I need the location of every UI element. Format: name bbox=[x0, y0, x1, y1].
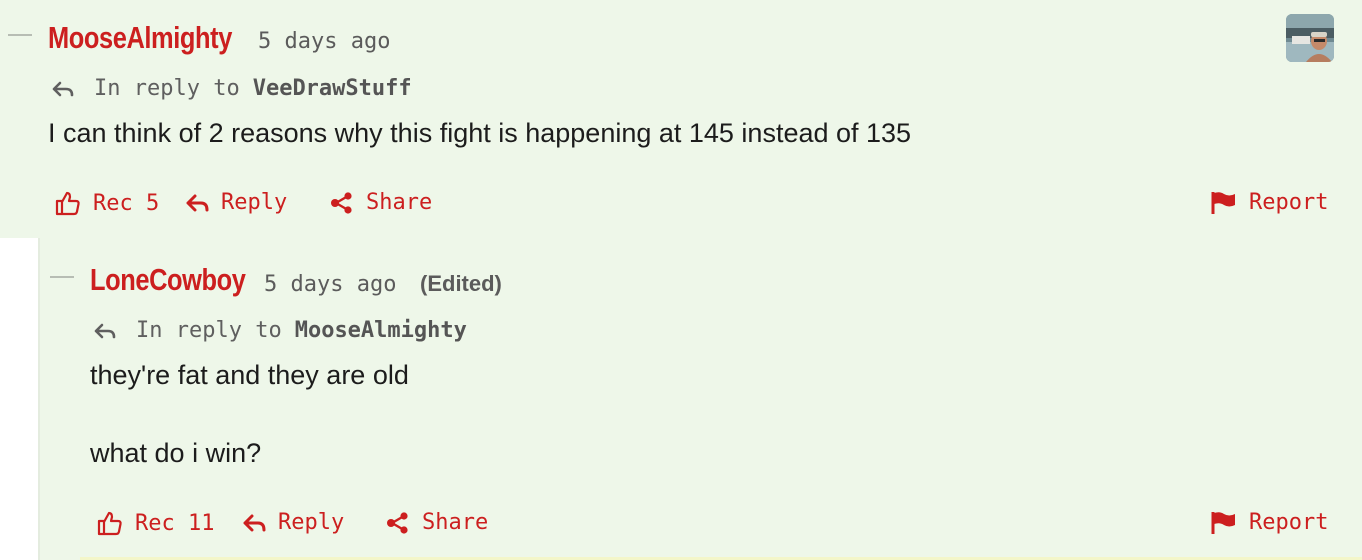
rec-label: Rec bbox=[93, 190, 133, 216]
rec-count: 5 bbox=[146, 190, 160, 216]
comment-body: I can think of 2 reasons why this fight … bbox=[48, 118, 912, 148]
avatar[interactable] bbox=[1286, 14, 1334, 62]
edited-badge: (Edited) bbox=[420, 271, 502, 296]
reply-button[interactable]: Reply bbox=[243, 510, 344, 535]
flag-icon bbox=[1211, 191, 1235, 214]
share-button[interactable]: Share bbox=[330, 190, 432, 215]
in-reply-prefix: In reply to bbox=[136, 318, 282, 343]
comment-timestamp[interactable]: 5 days ago bbox=[258, 29, 390, 54]
in-reply-prefix: In reply to bbox=[94, 76, 240, 101]
share-label: Share bbox=[366, 190, 433, 215]
in-reply-target[interactable]: MooseAlmighty bbox=[295, 318, 467, 343]
in-reply-to: In reply to MooseAlmighty bbox=[94, 318, 467, 343]
rec-label: Rec bbox=[135, 510, 175, 536]
reply-arrow-icon bbox=[243, 514, 266, 531]
report-label: Report bbox=[1249, 190, 1329, 215]
rec-button[interactable]: Rec 11 bbox=[97, 510, 215, 536]
thumbs-up-icon bbox=[97, 511, 122, 536]
reply-button[interactable]: Reply bbox=[186, 190, 287, 215]
collapse-toggle[interactable] bbox=[8, 34, 32, 36]
reply-label: Reply bbox=[278, 510, 345, 535]
comment-body-line: they're fat and they are old bbox=[90, 360, 409, 390]
comment-moosealmighty: MooseAlmighty 5 days ago In reply to Vee… bbox=[0, 0, 1362, 238]
report-button[interactable]: Report bbox=[1211, 510, 1328, 535]
rec-count: 11 bbox=[188, 510, 215, 536]
share-label: Share bbox=[422, 510, 489, 535]
rec-button[interactable]: Rec 5 bbox=[55, 190, 159, 216]
share-icon bbox=[331, 191, 352, 214]
flag-icon bbox=[1211, 511, 1235, 534]
reply-arrow-icon bbox=[52, 81, 74, 96]
thumbs-up-icon bbox=[55, 191, 80, 216]
comment-username[interactable]: LoneCowboy bbox=[90, 262, 246, 298]
comment-body-line: what do i win? bbox=[90, 438, 262, 468]
reply-label: Reply bbox=[221, 190, 288, 215]
share-icon bbox=[387, 511, 408, 534]
comment-lonecowboy: LoneCowboy 5 days ago (Edited) In reply … bbox=[38, 238, 1362, 560]
report-label: Report bbox=[1249, 510, 1329, 535]
report-button[interactable]: Report bbox=[1211, 190, 1328, 215]
comment-thread: MooseAlmighty 5 days ago In reply to Vee… bbox=[0, 0, 1362, 560]
in-reply-to: In reply to VeeDrawStuff bbox=[52, 76, 412, 101]
reply-arrow-icon bbox=[186, 194, 209, 211]
comment-timestamp[interactable]: 5 days ago bbox=[264, 272, 396, 297]
reply-arrow-icon bbox=[94, 323, 116, 338]
collapse-toggle[interactable] bbox=[50, 276, 74, 278]
comment-username[interactable]: MooseAlmighty bbox=[48, 20, 232, 56]
share-button[interactable]: Share bbox=[386, 510, 488, 535]
in-reply-target[interactable]: VeeDrawStuff bbox=[253, 76, 412, 101]
